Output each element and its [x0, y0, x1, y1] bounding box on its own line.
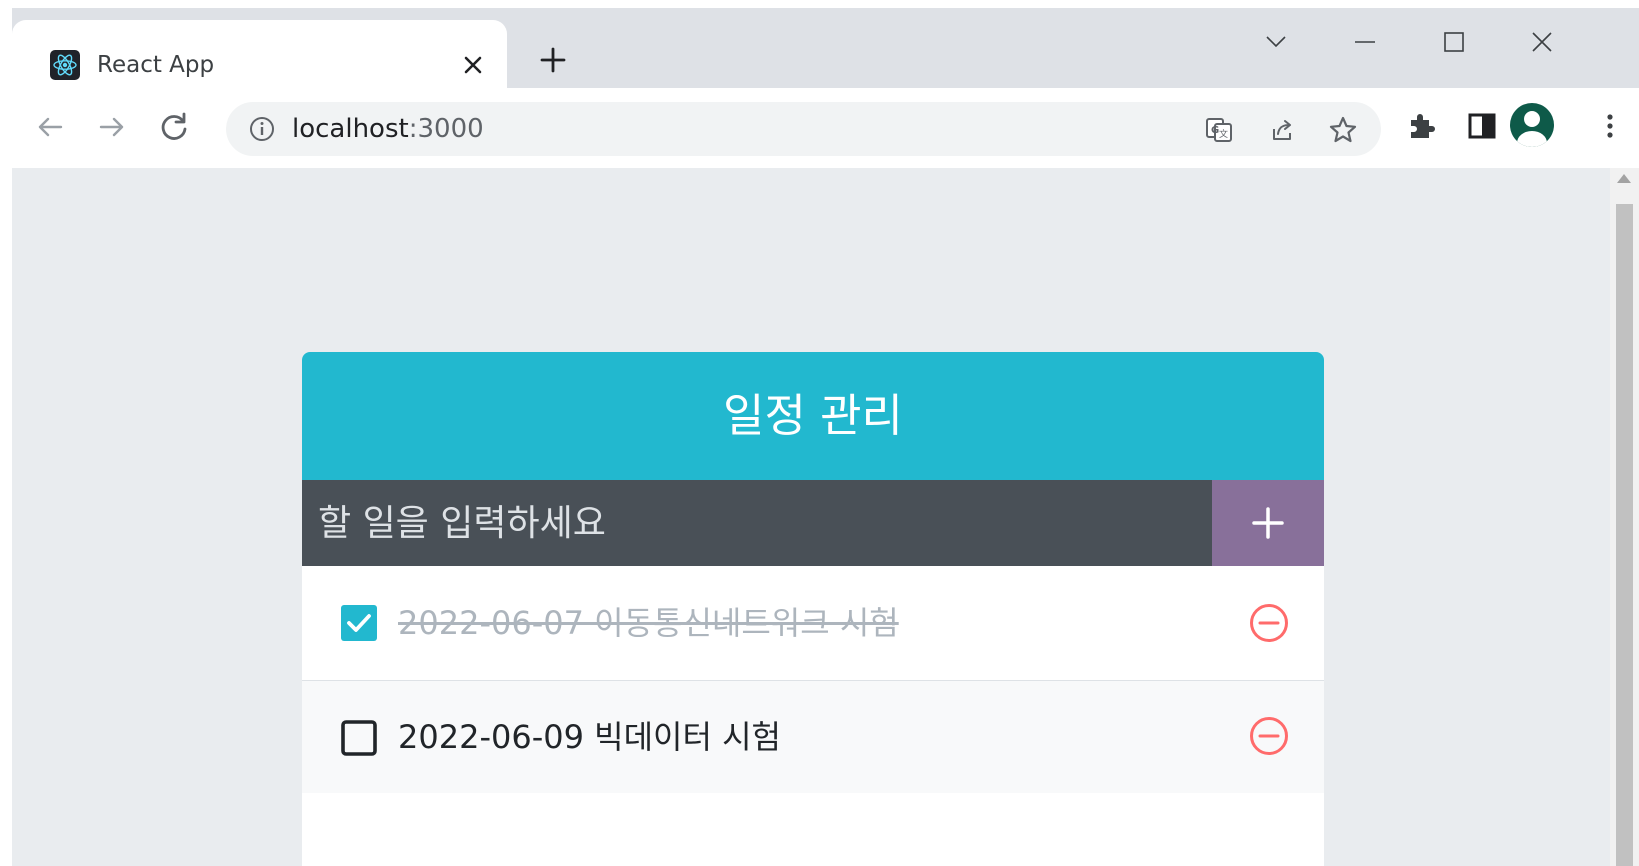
todo-insert-form	[302, 480, 1324, 566]
url-port: :3000	[408, 114, 484, 144]
back-arrow-icon[interactable]	[30, 107, 70, 147]
site-info-icon[interactable]	[248, 115, 276, 143]
tab-search-chevron-icon[interactable]	[1256, 22, 1296, 62]
translate-icon[interactable]: G文	[1204, 115, 1234, 145]
react-logo-icon	[50, 50, 80, 80]
unchecked-checkbox-icon[interactable]	[340, 719, 378, 757]
more-menu-icon[interactable]	[1592, 108, 1628, 144]
svg-text:文: 文	[1219, 128, 1228, 140]
remove-circle-icon[interactable]	[1248, 602, 1290, 644]
scrollbar-thumb[interactable]	[1616, 204, 1633, 866]
todo-text: 2022-06-09 빅데이터 시험	[398, 718, 781, 756]
todo-list: 2022-06-07 이동통신네트워크 시험 2022-06-09 빅데이터 시…	[302, 566, 1324, 793]
checked-checkbox-icon[interactable]	[340, 604, 378, 642]
plus-icon	[1252, 507, 1284, 539]
address-bar[interactable]: localhost:3000 G文	[226, 102, 1381, 156]
add-todo-button[interactable]	[1212, 480, 1324, 566]
side-panel-icon[interactable]	[1464, 108, 1500, 144]
browser-toolbar: localhost:3000 G文	[12, 88, 1639, 168]
todo-item: 2022-06-09 빅데이터 시험	[302, 681, 1324, 793]
close-window-icon[interactable]	[1522, 22, 1562, 62]
svg-text:G: G	[1211, 125, 1219, 136]
scroll-up-arrow-icon[interactable]	[1617, 174, 1631, 183]
page-viewport: 일정 관리 2022-06-07 이동통신네트워크 시험	[12, 168, 1610, 866]
maximize-icon[interactable]	[1434, 22, 1474, 62]
bookmark-star-icon[interactable]	[1328, 115, 1358, 145]
screen: React App localhost:3000 G 文 일정 관리 할 일을 …	[12, 8, 1639, 866]
app-title: 일정 관리	[302, 352, 1324, 480]
url-host: localhost	[292, 114, 409, 144]
todo-item: 2022-06-07 이동통신네트워크 시험	[302, 566, 1324, 681]
share-icon[interactable]	[1266, 115, 1296, 145]
profile-avatar[interactable]	[1510, 103, 1554, 147]
todo-template: 일정 관리 2022-06-07 이동통신네트워크 시험	[302, 352, 1324, 866]
forward-arrow-icon[interactable]	[92, 107, 132, 147]
new-tab-icon[interactable]	[537, 44, 569, 76]
todo-text: 2022-06-07 이동통신네트워크 시험	[398, 604, 899, 642]
remove-circle-icon[interactable]	[1248, 715, 1290, 757]
minimize-icon[interactable]	[1345, 22, 1385, 62]
close-tab-icon[interactable]	[457, 49, 489, 81]
url-text[interactable]: localhost:3000	[292, 102, 484, 156]
avatar-head-shape	[1524, 111, 1540, 127]
browser-tab[interactable]: React App	[12, 20, 507, 88]
avatar-body-shape	[1517, 131, 1547, 147]
todo-input[interactable]	[302, 480, 1212, 566]
tab-strip: React App	[12, 8, 1639, 88]
tab-title: React App	[97, 52, 215, 78]
extensions-puzzle-icon[interactable]	[1404, 108, 1440, 144]
page-scrollbar[interactable]	[1610, 168, 1639, 866]
reload-icon[interactable]	[154, 107, 194, 147]
